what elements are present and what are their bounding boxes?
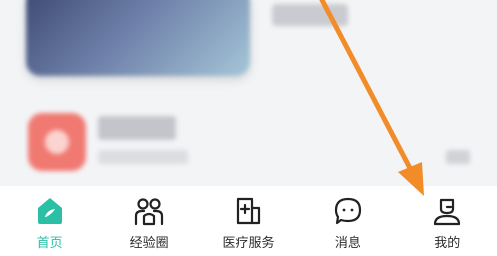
service-subtitle bbox=[98, 150, 188, 164]
tab-label: 医疗服务 bbox=[222, 236, 275, 251]
tab-label: 消息 bbox=[334, 236, 361, 251]
service-icon[interactable] bbox=[28, 113, 86, 171]
home-icon bbox=[32, 194, 68, 228]
tab-community[interactable]: 经验圈 bbox=[104, 186, 194, 251]
service-title bbox=[98, 116, 176, 140]
tab-home[interactable]: 首页 bbox=[5, 186, 95, 251]
service-right-text bbox=[446, 150, 470, 164]
message-icon bbox=[330, 194, 366, 228]
community-icon bbox=[131, 194, 167, 228]
tab-medical-service[interactable]: 医疗服务 bbox=[203, 186, 293, 251]
tab-profile[interactable]: 我的 bbox=[402, 186, 492, 251]
profile-icon bbox=[429, 194, 465, 228]
tab-message[interactable]: 消息 bbox=[303, 186, 393, 251]
medical-service-icon bbox=[230, 194, 266, 228]
bottom-tab-bar: 首页 经验圈 医疗服务 消息 我的 bbox=[0, 186, 497, 256]
blurred-content-area bbox=[0, 0, 497, 186]
promo-banner[interactable] bbox=[26, 0, 250, 76]
tab-label: 首页 bbox=[36, 236, 63, 251]
tab-label: 经验圈 bbox=[129, 236, 169, 251]
banner-side-text bbox=[272, 4, 348, 26]
tab-label: 我的 bbox=[434, 236, 461, 251]
